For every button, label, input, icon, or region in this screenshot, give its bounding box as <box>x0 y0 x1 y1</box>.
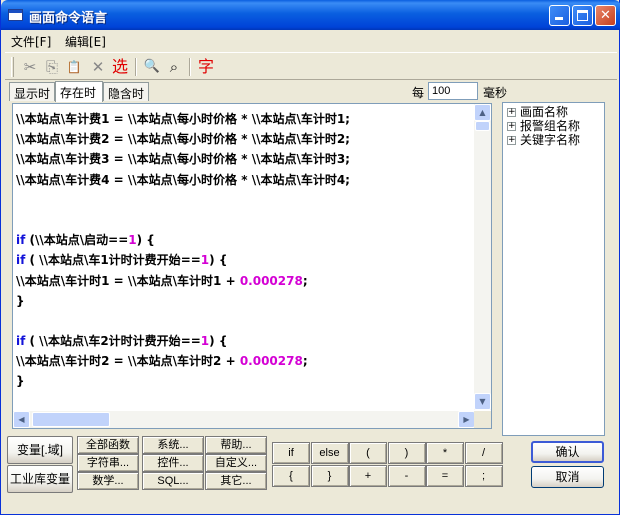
interval-unit: 毫秒 <box>483 86 508 100</box>
delete-icon[interactable]: ✕ <box>87 56 109 78</box>
sql-button[interactable]: SQL... <box>142 472 204 490</box>
code-line[interactable]: } <box>16 371 466 391</box>
toolbar-grip[interactable] <box>11 57 14 77</box>
scroll-down-icon[interactable]: ▼ <box>474 393 491 410</box>
name-tree[interactable]: + 画面名称 + 报警组名称 + 关键字名称 <box>502 102 605 436</box>
minus-button[interactable]: - <box>387 465 426 487</box>
script-editor[interactable]: \\本站点\车计费1 = \\本站点\每小时价格 * \\本站点\车计时1; \\… <box>12 103 492 429</box>
divide-button[interactable]: / <box>464 442 503 464</box>
code-line[interactable]: \\本站点\车计费3 = \\本站点\每小时价格 * \\本站点\车计时3; <box>16 149 466 169</box>
ok-button[interactable]: 确认 <box>531 441 604 463</box>
all-functions-button[interactable]: 全部函数 <box>77 436 139 454</box>
select-button[interactable]: 选 <box>109 56 131 78</box>
scroll-corner <box>474 411 491 428</box>
scroll-thumb[interactable] <box>32 412 110 427</box>
expand-icon[interactable]: + <box>507 122 516 131</box>
code-line[interactable]: if ( \\本站点\车2计时计费开始==1) { <box>16 331 466 351</box>
vertical-scrollbar[interactable]: ▲ ▼ <box>474 104 491 410</box>
code-line[interactable]: \\本站点\车计费4 = \\本站点\每小时价格 * \\本站点\车计时4; <box>16 170 466 190</box>
interval-label: 每 <box>412 86 425 100</box>
scroll-left-icon[interactable]: ◀ <box>13 411 30 428</box>
tree-item-label: 画面名称 <box>520 105 569 119</box>
system-button[interactable]: 系统... <box>142 436 204 454</box>
string-button[interactable]: 字符串... <box>77 454 139 472</box>
paste-icon[interactable]: 📋 <box>63 56 85 78</box>
code-line[interactable]: \\本站点\车计费2 = \\本站点\每小时价格 * \\本站点\车计时2; <box>16 129 466 149</box>
title-bar[interactable]: 画面命令语言 ✕ <box>1 0 620 30</box>
cancel-button[interactable]: 取消 <box>531 466 604 488</box>
menu-file[interactable]: 文件[F] <box>11 33 51 50</box>
help-button[interactable]: 帮助... <box>205 436 267 454</box>
code-line[interactable] <box>16 311 466 331</box>
expand-icon[interactable]: + <box>507 108 516 117</box>
maximize-button[interactable] <box>572 5 593 26</box>
window-title: 画面命令语言 <box>29 11 108 26</box>
else-button[interactable]: else <box>310 442 349 464</box>
variable-domain-button[interactable]: 变量[.域] <box>7 436 73 464</box>
horizontal-scrollbar[interactable]: ◀ ▶ <box>13 411 475 428</box>
code-line[interactable]: \\本站点\车计费1 = \\本站点\每小时价格 * \\本站点\车计时1; <box>16 109 466 129</box>
scroll-thumb[interactable] <box>475 121 490 131</box>
code-area[interactable]: \\本站点\车计费1 = \\本站点\每小时价格 * \\本站点\车计时1; \\… <box>16 109 466 407</box>
math-button[interactable]: 数学... <box>77 472 139 490</box>
open-paren-button[interactable]: ( <box>349 442 387 464</box>
maximize-icon <box>577 10 588 21</box>
other-button[interactable]: 其它... <box>205 472 267 490</box>
code-line[interactable] <box>16 210 466 230</box>
tree-item-label: 关键字名称 <box>520 133 581 147</box>
window-icon <box>8 9 23 21</box>
toolbar-separator <box>135 58 137 76</box>
industrial-library-variable-button[interactable]: 工业库变量 <box>7 465 73 493</box>
close-paren-button[interactable]: ) <box>387 442 426 464</box>
plus-button[interactable]: + <box>349 465 387 487</box>
replace-icon[interactable]: ⌕ <box>163 56 185 78</box>
code-line[interactable]: \\本站点\车计时2 = \\本站点\车计时2 + 0.000278; <box>16 351 466 371</box>
font-button[interactable]: 字 <box>195 56 217 78</box>
toolbar: ✂ ⎘ 📋 ✕ 选 🔍 ⌕ 字 <box>5 52 617 80</box>
custom-button[interactable]: 自定义... <box>205 454 267 472</box>
code-line[interactable] <box>16 190 466 210</box>
menu-bar: 文件[F] 编辑[E] <box>5 30 617 50</box>
tab-exist[interactable]: 存在时 <box>55 81 103 102</box>
interval-input[interactable] <box>428 82 478 100</box>
cut-icon[interactable]: ✂ <box>19 56 41 78</box>
semicolon-button[interactable]: ; <box>464 465 503 487</box>
multiply-button[interactable]: * <box>426 442 464 464</box>
tree-item-label: 报警组名称 <box>520 119 581 133</box>
control-button[interactable]: 控件... <box>142 454 204 472</box>
find-icon[interactable]: 🔍 <box>141 56 163 78</box>
open-brace-button[interactable]: { <box>272 465 310 487</box>
toolbar-separator <box>189 58 191 76</box>
code-line[interactable]: } <box>16 291 466 311</box>
close-brace-button[interactable]: } <box>310 465 349 487</box>
tab-hidden[interactable]: 隐含时 <box>103 82 149 101</box>
if-button[interactable]: if <box>272 442 310 464</box>
scroll-up-icon[interactable]: ▲ <box>474 104 491 121</box>
minimize-icon <box>555 17 563 20</box>
menu-edit[interactable]: 编辑[E] <box>65 33 106 50</box>
expand-icon[interactable]: + <box>507 136 516 145</box>
scroll-right-icon[interactable]: ▶ <box>458 411 475 428</box>
code-line[interactable]: \\本站点\车计时1 = \\本站点\车计时1 + 0.000278; <box>16 271 466 291</box>
dialog-window: 画面命令语言 ✕ 文件[F] 编辑[E] ✂ ⎘ 📋 ✕ 选 🔍 ⌕ 字 显示时… <box>0 0 620 515</box>
equals-button[interactable]: = <box>426 465 464 487</box>
code-line[interactable]: if ( \\本站点\车1计时计费开始==1) { <box>16 250 466 270</box>
minimize-button[interactable] <box>549 5 570 26</box>
copy-icon[interactable]: ⎘ <box>41 56 63 78</box>
close-button[interactable]: ✕ <box>595 5 616 26</box>
tab-show[interactable]: 显示时 <box>9 82 55 101</box>
close-icon: ✕ <box>600 8 611 23</box>
code-line[interactable]: if (\\本站点\启动==1) { <box>16 230 466 250</box>
